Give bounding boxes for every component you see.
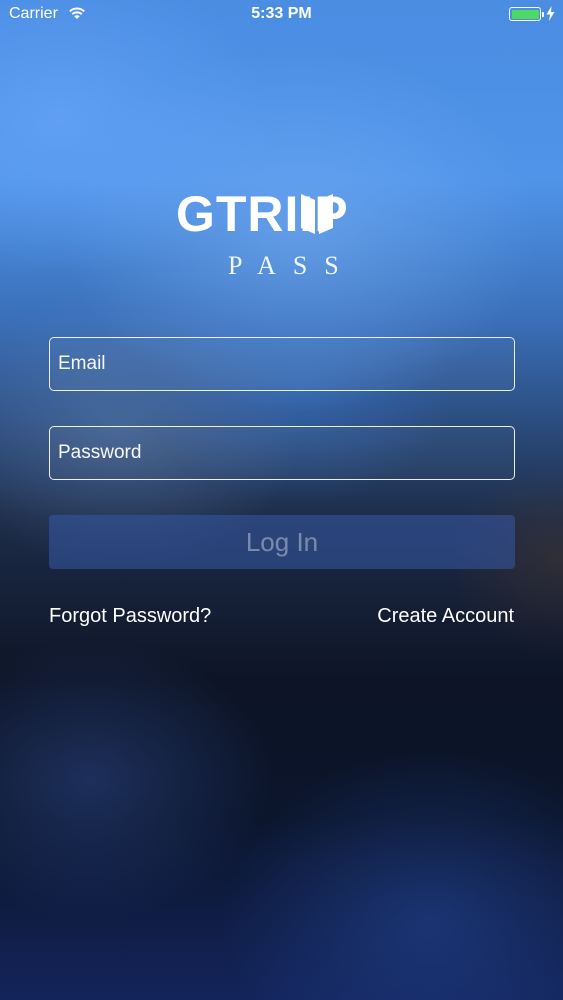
charging-bolt-icon: [546, 6, 555, 21]
email-field[interactable]: [49, 337, 515, 391]
logo-subtitle: PASS: [228, 251, 356, 280]
status-time: 5:33 PM: [251, 5, 312, 22]
app-logo: GTRIIP PASS: [176, 186, 390, 280]
login-button[interactable]: Log In: [49, 515, 515, 569]
create-account-link[interactable]: Create Account: [377, 605, 514, 628]
logo-accent-right: [319, 194, 333, 234]
password-field[interactable]: [49, 426, 515, 480]
forgot-password-link[interactable]: Forgot Password?: [49, 605, 211, 628]
battery-level: [511, 9, 539, 19]
battery-icon: [509, 7, 544, 21]
logo-accent-left: [301, 194, 315, 234]
status-bar: Carrier 5:33 PM: [0, 0, 563, 30]
